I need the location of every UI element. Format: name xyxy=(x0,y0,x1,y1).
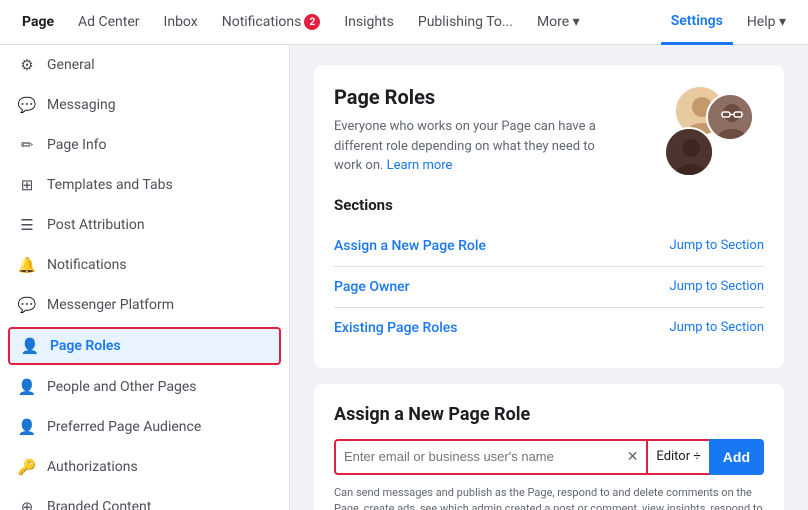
nav-left: Page Ad Center Inbox Notifications 2 Ins… xyxy=(12,0,661,45)
avatar-2 xyxy=(706,93,754,141)
pencil-icon: ✏ xyxy=(17,136,37,154)
people-icon: 👤 xyxy=(17,378,37,396)
email-input[interactable] xyxy=(344,449,627,464)
person-icon: 👤 xyxy=(20,337,40,355)
page-roles-header: Page Roles Everyone who works on your Pa… xyxy=(334,85,764,176)
nav-inbox[interactable]: Inbox xyxy=(154,0,208,45)
email-input-wrap: ✕ xyxy=(334,439,648,475)
role-select[interactable]: Editor ÷ xyxy=(648,439,708,475)
sidebar-item-page-info[interactable]: ✏ Page Info xyxy=(0,125,289,165)
avatar-3 xyxy=(664,127,714,177)
nav-publishing[interactable]: Publishing To... xyxy=(408,0,523,45)
sidebar-item-post-attr[interactable]: ☰ Post Attribution xyxy=(0,205,289,245)
assign-title: Assign a New Page Role xyxy=(334,404,764,425)
nav-more[interactable]: More ▾ xyxy=(527,0,590,45)
sidebar-item-general[interactable]: ⚙ General xyxy=(0,45,289,85)
sections-title: Sections xyxy=(334,196,764,214)
list-icon: ☰ xyxy=(17,216,37,234)
section-link-assign[interactable]: Assign a New Page Role xyxy=(334,238,486,254)
section-link-existing[interactable]: Existing Page Roles xyxy=(334,320,458,336)
page-roles-description: Everyone who works on your Page can have… xyxy=(334,117,614,176)
section-row-assign: Assign a New Page Role Jump to Section xyxy=(334,226,764,267)
jump-link-existing[interactable]: Jump to Section xyxy=(670,320,764,335)
sections-area: Sections Assign a New Page Role Jump to … xyxy=(334,196,764,348)
assign-row: ✕ Editor ÷ Add xyxy=(334,439,764,475)
nav-help[interactable]: Help ▾ xyxy=(737,0,796,45)
clear-icon[interactable]: ✕ xyxy=(627,449,639,465)
page-roles-card: Page Roles Everyone who works on your Pa… xyxy=(314,65,784,368)
key-icon: 🔑 xyxy=(17,458,37,476)
notification-badge: 2 xyxy=(304,14,320,30)
add-button[interactable]: Add xyxy=(709,439,764,475)
nav-notifications[interactable]: Notifications 2 xyxy=(212,0,331,45)
audience-icon: 👤 xyxy=(17,418,37,436)
sidebar-item-audience[interactable]: 👤 Preferred Page Audience xyxy=(0,407,289,447)
main-layout: ⚙ General 💬 Messaging ✏ Page Info ⊞ Temp… xyxy=(0,45,808,510)
jump-link-owner[interactable]: Jump to Section xyxy=(670,279,764,294)
nav-ad-center[interactable]: Ad Center xyxy=(68,0,150,45)
page-roles-text: Page Roles Everyone who works on your Pa… xyxy=(334,85,614,176)
nav-insights[interactable]: Insights xyxy=(334,0,404,45)
jump-link-assign[interactable]: Jump to Section xyxy=(670,238,764,253)
learn-more-link[interactable]: Learn more xyxy=(387,158,453,173)
grid-icon: ⊞ xyxy=(17,176,37,194)
section-row-owner: Page Owner Jump to Section xyxy=(334,267,764,308)
sidebar-item-branded[interactable]: ⊕ Branded Content xyxy=(0,487,289,510)
sidebar-item-notifications[interactable]: 🔔 Notifications xyxy=(0,245,289,285)
sidebar-item-messaging[interactable]: 💬 Messaging xyxy=(0,85,289,125)
bell-icon: 🔔 xyxy=(17,256,37,274)
messenger-icon: 💬 xyxy=(17,296,37,314)
avatars-area xyxy=(634,85,764,175)
messaging-icon: 💬 xyxy=(17,96,37,114)
top-nav: Page Ad Center Inbox Notifications 2 Ins… xyxy=(0,0,808,45)
main-content: Page Roles Everyone who works on your Pa… xyxy=(290,45,808,510)
section-row-existing: Existing Page Roles Jump to Section xyxy=(334,308,764,348)
sidebar-item-authorizations[interactable]: 🔑 Authorizations xyxy=(0,447,289,487)
sidebar-item-people[interactable]: 👤 People and Other Pages xyxy=(0,367,289,407)
page-roles-title: Page Roles xyxy=(334,85,614,109)
sidebar-item-templates[interactable]: ⊞ Templates and Tabs xyxy=(0,165,289,205)
assign-description: Can send messages and publish as the Pag… xyxy=(334,485,764,510)
branded-icon: ⊕ xyxy=(17,498,37,510)
gear-icon: ⚙ xyxy=(17,56,37,74)
nav-settings[interactable]: Settings xyxy=(661,0,733,45)
nav-right: Settings Help ▾ xyxy=(661,0,796,45)
assign-role-card: Assign a New Page Role ✕ Editor ÷ Add Ca… xyxy=(314,384,784,510)
nav-page[interactable]: Page xyxy=(12,0,64,45)
sidebar-item-messenger[interactable]: 💬 Messenger Platform xyxy=(0,285,289,325)
section-link-owner[interactable]: Page Owner xyxy=(334,279,410,295)
sidebar-item-page-roles[interactable]: 👤 Page Roles xyxy=(8,327,281,365)
sidebar: ⚙ General 💬 Messaging ✏ Page Info ⊞ Temp… xyxy=(0,45,290,510)
